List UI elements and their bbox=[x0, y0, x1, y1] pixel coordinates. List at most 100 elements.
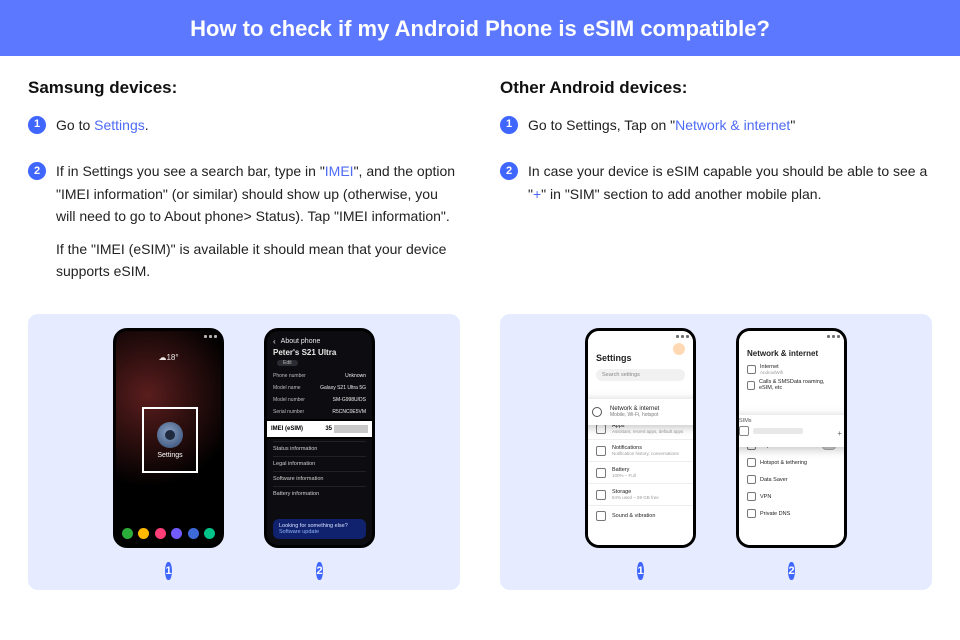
wifi-icon bbox=[592, 407, 602, 417]
row-value: Galaxy S21 Ultra 5G bbox=[320, 385, 366, 391]
settings-app-icon: Settings bbox=[142, 407, 198, 473]
row-value: SM-G998U/DS bbox=[333, 397, 366, 403]
list-item: Data Saver bbox=[739, 471, 844, 488]
item-title: Private DNS bbox=[760, 511, 790, 517]
datasaver-icon bbox=[747, 475, 756, 484]
samsung-step-2: 2 If in Settings you see a search bar, t… bbox=[28, 160, 460, 292]
text: Go to Settings, Tap on " bbox=[528, 117, 675, 133]
text: . bbox=[145, 117, 149, 133]
network-internet-link[interactable]: Network & internet bbox=[675, 117, 790, 133]
other-shot-2: Network & internet InternetAndroidWifi C… bbox=[736, 328, 847, 580]
phone-mock-pixel-settings: Settings Search settings AppsAssistant, … bbox=[585, 328, 696, 548]
step-badge: 1 bbox=[28, 116, 46, 134]
list-item: VPN bbox=[739, 488, 844, 505]
edit-chip: Edit bbox=[277, 360, 298, 366]
shot-badge: 1 bbox=[165, 562, 171, 580]
item-title: Data Saver bbox=[760, 477, 788, 483]
imei-link[interactable]: IMEI bbox=[325, 163, 354, 179]
about-header: About phone bbox=[281, 338, 321, 345]
samsung-shot-2: ‹ About phone Peter's S21 Ultra Edit Pho… bbox=[264, 328, 375, 580]
samsung-step-1: 1 Go to Settings. bbox=[28, 114, 460, 146]
imei-value: 35 bbox=[325, 426, 332, 432]
gear-icon bbox=[157, 422, 183, 448]
item-sub: 54% used – 59 GB free bbox=[612, 495, 659, 500]
settings-link[interactable]: Settings bbox=[94, 117, 145, 133]
other-column: Other Android devices: 1 Go to Settings,… bbox=[500, 78, 932, 306]
item-sub: 100% – Full bbox=[612, 473, 636, 478]
phone-mock-samsung-home: ☁18° Settings bbox=[113, 328, 224, 548]
other-shot-1: Settings Search settings AppsAssistant, … bbox=[585, 328, 696, 580]
vpn-icon bbox=[747, 492, 756, 501]
other-step-2: 2 In case your device is eSIM capable yo… bbox=[500, 160, 932, 215]
list-item: Legal information bbox=[273, 456, 366, 471]
list-item: InternetAndroidWifi bbox=[739, 362, 844, 375]
other-heading: Other Android devices: bbox=[500, 78, 932, 98]
step-badge: 1 bbox=[500, 116, 518, 134]
about-sub-list: Status information Legal information Sof… bbox=[273, 441, 366, 501]
phone-mock-samsung-about: ‹ About phone Peter's S21 Ultra Edit Pho… bbox=[264, 328, 375, 548]
imei-label: IMEI (eSIM) bbox=[271, 426, 303, 432]
list-item: Battery information bbox=[273, 486, 366, 501]
sim-icon bbox=[739, 426, 749, 436]
sims-heading: SIMs bbox=[739, 418, 844, 424]
other-step-1: 1 Go to Settings, Tap on "Network & inte… bbox=[500, 114, 932, 146]
item-sub: AndroidWifi bbox=[760, 370, 783, 375]
list-item: Calls & SMSData roaming, eSIM, etc bbox=[739, 375, 844, 395]
chevron-left-icon: ‹ bbox=[273, 337, 276, 346]
row-label: Serial number bbox=[273, 409, 304, 415]
samsung-heading: Samsung devices: bbox=[28, 78, 460, 98]
text: If in Settings you see a search bar, typ… bbox=[56, 163, 325, 179]
list-item: Software information bbox=[273, 471, 366, 486]
device-name: Peter's S21 Ultra bbox=[273, 348, 336, 357]
notifications-icon bbox=[596, 446, 606, 456]
step-badge: 2 bbox=[28, 162, 46, 180]
instructions-columns: Samsung devices: 1 Go to Settings. 2 If … bbox=[0, 56, 960, 306]
sim-name-placeholder bbox=[753, 428, 803, 434]
weather-widget: ☁18° bbox=[116, 353, 221, 362]
list-item: NotificationsNotification history, conve… bbox=[588, 439, 693, 461]
storage-icon bbox=[596, 490, 606, 500]
shot-badge: 2 bbox=[788, 562, 794, 580]
text: " in "SIM" section to add another mobile… bbox=[541, 186, 821, 202]
item-title: Hotspot & tethering bbox=[760, 460, 807, 466]
list-item: Hotspot & tethering bbox=[739, 454, 844, 471]
phone-mock-pixel-network: Network & internet InternetAndroidWifi C… bbox=[736, 328, 847, 548]
wifi-icon bbox=[747, 365, 756, 374]
row-label: Phone number bbox=[273, 373, 306, 379]
samsung-shot-1: ☁18° Settings 1 bbox=[113, 328, 224, 580]
list-item: Battery100% – Full bbox=[588, 461, 693, 483]
list-item: Status information bbox=[273, 441, 366, 456]
item-title: Sound & vibration bbox=[612, 513, 655, 519]
sound-icon bbox=[596, 511, 606, 521]
redacted-mask bbox=[334, 425, 368, 433]
item-sub: Assistant, recent apps, default apps bbox=[612, 429, 683, 434]
shot-badge: 2 bbox=[316, 562, 322, 580]
hotspot-icon bbox=[747, 458, 756, 467]
software-update-link: Software update bbox=[279, 529, 360, 535]
text: " bbox=[790, 117, 795, 133]
samsung-column: Samsung devices: 1 Go to Settings. 2 If … bbox=[28, 78, 460, 306]
text: If the "IMEI (eSIM)" is available it sho… bbox=[56, 238, 460, 283]
screenshots-gallery: ☁18° Settings 1 ‹ About phone Peter' bbox=[28, 314, 932, 590]
dns-icon bbox=[747, 509, 756, 518]
list-item: Sound & vibration bbox=[588, 505, 693, 526]
callout-sub: Mobile, Wi-Fi, hotspot bbox=[610, 412, 659, 418]
phone-icon bbox=[747, 381, 755, 390]
apps-icon bbox=[596, 424, 606, 434]
plus-icon: + bbox=[837, 429, 842, 438]
step-badge: 2 bbox=[500, 162, 518, 180]
row-value: R5CNC0E5VM bbox=[332, 409, 366, 415]
other-screens-card: Settings Search settings AppsAssistant, … bbox=[500, 314, 932, 590]
item-sub: Notification history, conversations bbox=[612, 451, 679, 456]
item-title: VPN bbox=[760, 494, 771, 500]
app-dock bbox=[122, 528, 215, 539]
row-label: Model number bbox=[273, 397, 305, 403]
list-item: Storage54% used – 59 GB free bbox=[588, 483, 693, 505]
settings-label: Settings bbox=[157, 452, 182, 459]
shot-badge: 1 bbox=[637, 562, 643, 580]
battery-icon bbox=[596, 468, 606, 478]
plus-link[interactable]: + bbox=[533, 186, 541, 202]
network-title: Network & internet bbox=[739, 341, 844, 362]
imei-esim-highlight: IMEI (eSIM) 35 bbox=[264, 419, 375, 439]
network-internet-callout: Network & internetMobile, Wi-Fi, hotspot bbox=[585, 399, 696, 425]
